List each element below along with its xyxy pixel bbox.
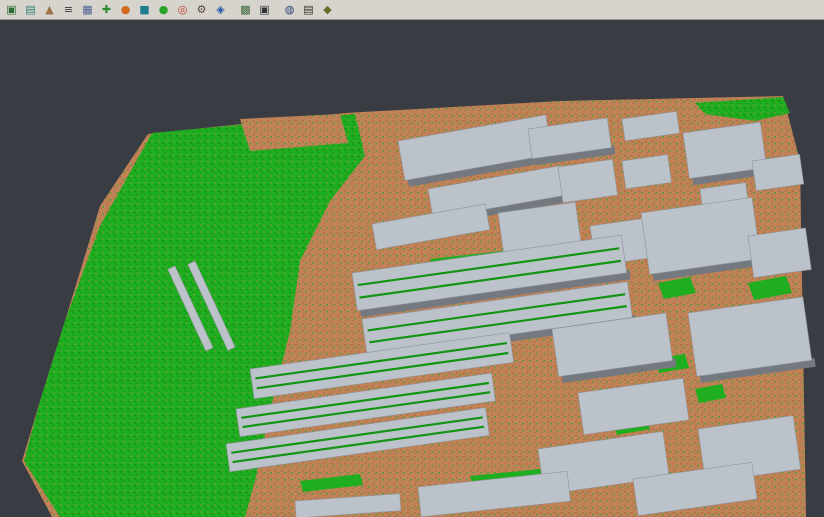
cube-icon-glyph: ▣ (259, 4, 269, 15)
globe-icon[interactable]: ◍ (281, 1, 298, 18)
select-tool-icon-glyph: ▣ (6, 4, 16, 15)
grid-icon[interactable]: ▦ (79, 1, 96, 18)
cube-icon[interactable]: ▣ (256, 1, 273, 18)
zoom-extent-icon[interactable]: ▤ (22, 1, 39, 18)
zoom-extent-icon-glyph: ▤ (25, 4, 35, 15)
application-window: ▣ ▤ ▲ ≡ ▦ ✚ ● ■ ● ◎ ⚙ ◈ ▩ ▣ ◍ ▤ ◆ (0, 0, 824, 517)
terrain-icon-glyph: ▲ (45, 4, 53, 15)
settings-icon[interactable]: ⚙ (193, 1, 210, 18)
pointcloud-scene (0, 21, 824, 517)
target-icon[interactable]: ◎ (174, 1, 191, 18)
target-icon-glyph: ◎ (178, 4, 188, 15)
shade-icon[interactable]: ▤ (300, 1, 317, 18)
terrain-icon[interactable]: ▲ (41, 1, 58, 18)
toolbar-icons: ▣ ▤ ▲ ≡ ▦ ✚ ● ■ ● ◎ ⚙ ◈ ▩ ▣ ◍ ▤ ◆ (2, 0, 337, 19)
mesh-icon-glyph: ▩ (240, 4, 250, 15)
add-pointcloud-icon-glyph: ✚ (102, 4, 111, 15)
vegetation-class-icon-glyph: ● (159, 4, 169, 15)
add-pointcloud-icon[interactable]: ✚ (98, 1, 115, 18)
toolbar: ▣ ▤ ▲ ≡ ▦ ✚ ● ■ ● ◎ ⚙ ◈ ▩ ▣ ◍ ▤ ◆ (0, 0, 824, 20)
vegetation-class-icon[interactable]: ● (155, 1, 172, 18)
mesh-icon[interactable]: ▩ (237, 1, 254, 18)
settings-icon-glyph: ⚙ (197, 4, 207, 15)
layers-icon-glyph: ≡ (64, 4, 73, 15)
layers-icon[interactable]: ≡ (60, 1, 77, 18)
measure-icon[interactable]: ◆ (319, 1, 336, 18)
segment-icon[interactable]: ◈ (212, 1, 229, 18)
palette-icon[interactable]: ■ (136, 1, 153, 18)
3d-viewport[interactable] (0, 21, 824, 517)
shade-icon-glyph: ▤ (303, 4, 313, 15)
select-tool-icon[interactable]: ▣ (3, 1, 20, 18)
grid-icon-glyph: ▦ (82, 4, 92, 15)
classify-icon-glyph: ● (121, 4, 131, 15)
segment-icon-glyph: ◈ (216, 4, 224, 15)
globe-icon-glyph: ◍ (285, 4, 295, 15)
palette-icon-glyph: ■ (139, 4, 149, 15)
measure-icon-glyph: ◆ (323, 4, 331, 15)
classify-icon[interactable]: ● (117, 1, 134, 18)
